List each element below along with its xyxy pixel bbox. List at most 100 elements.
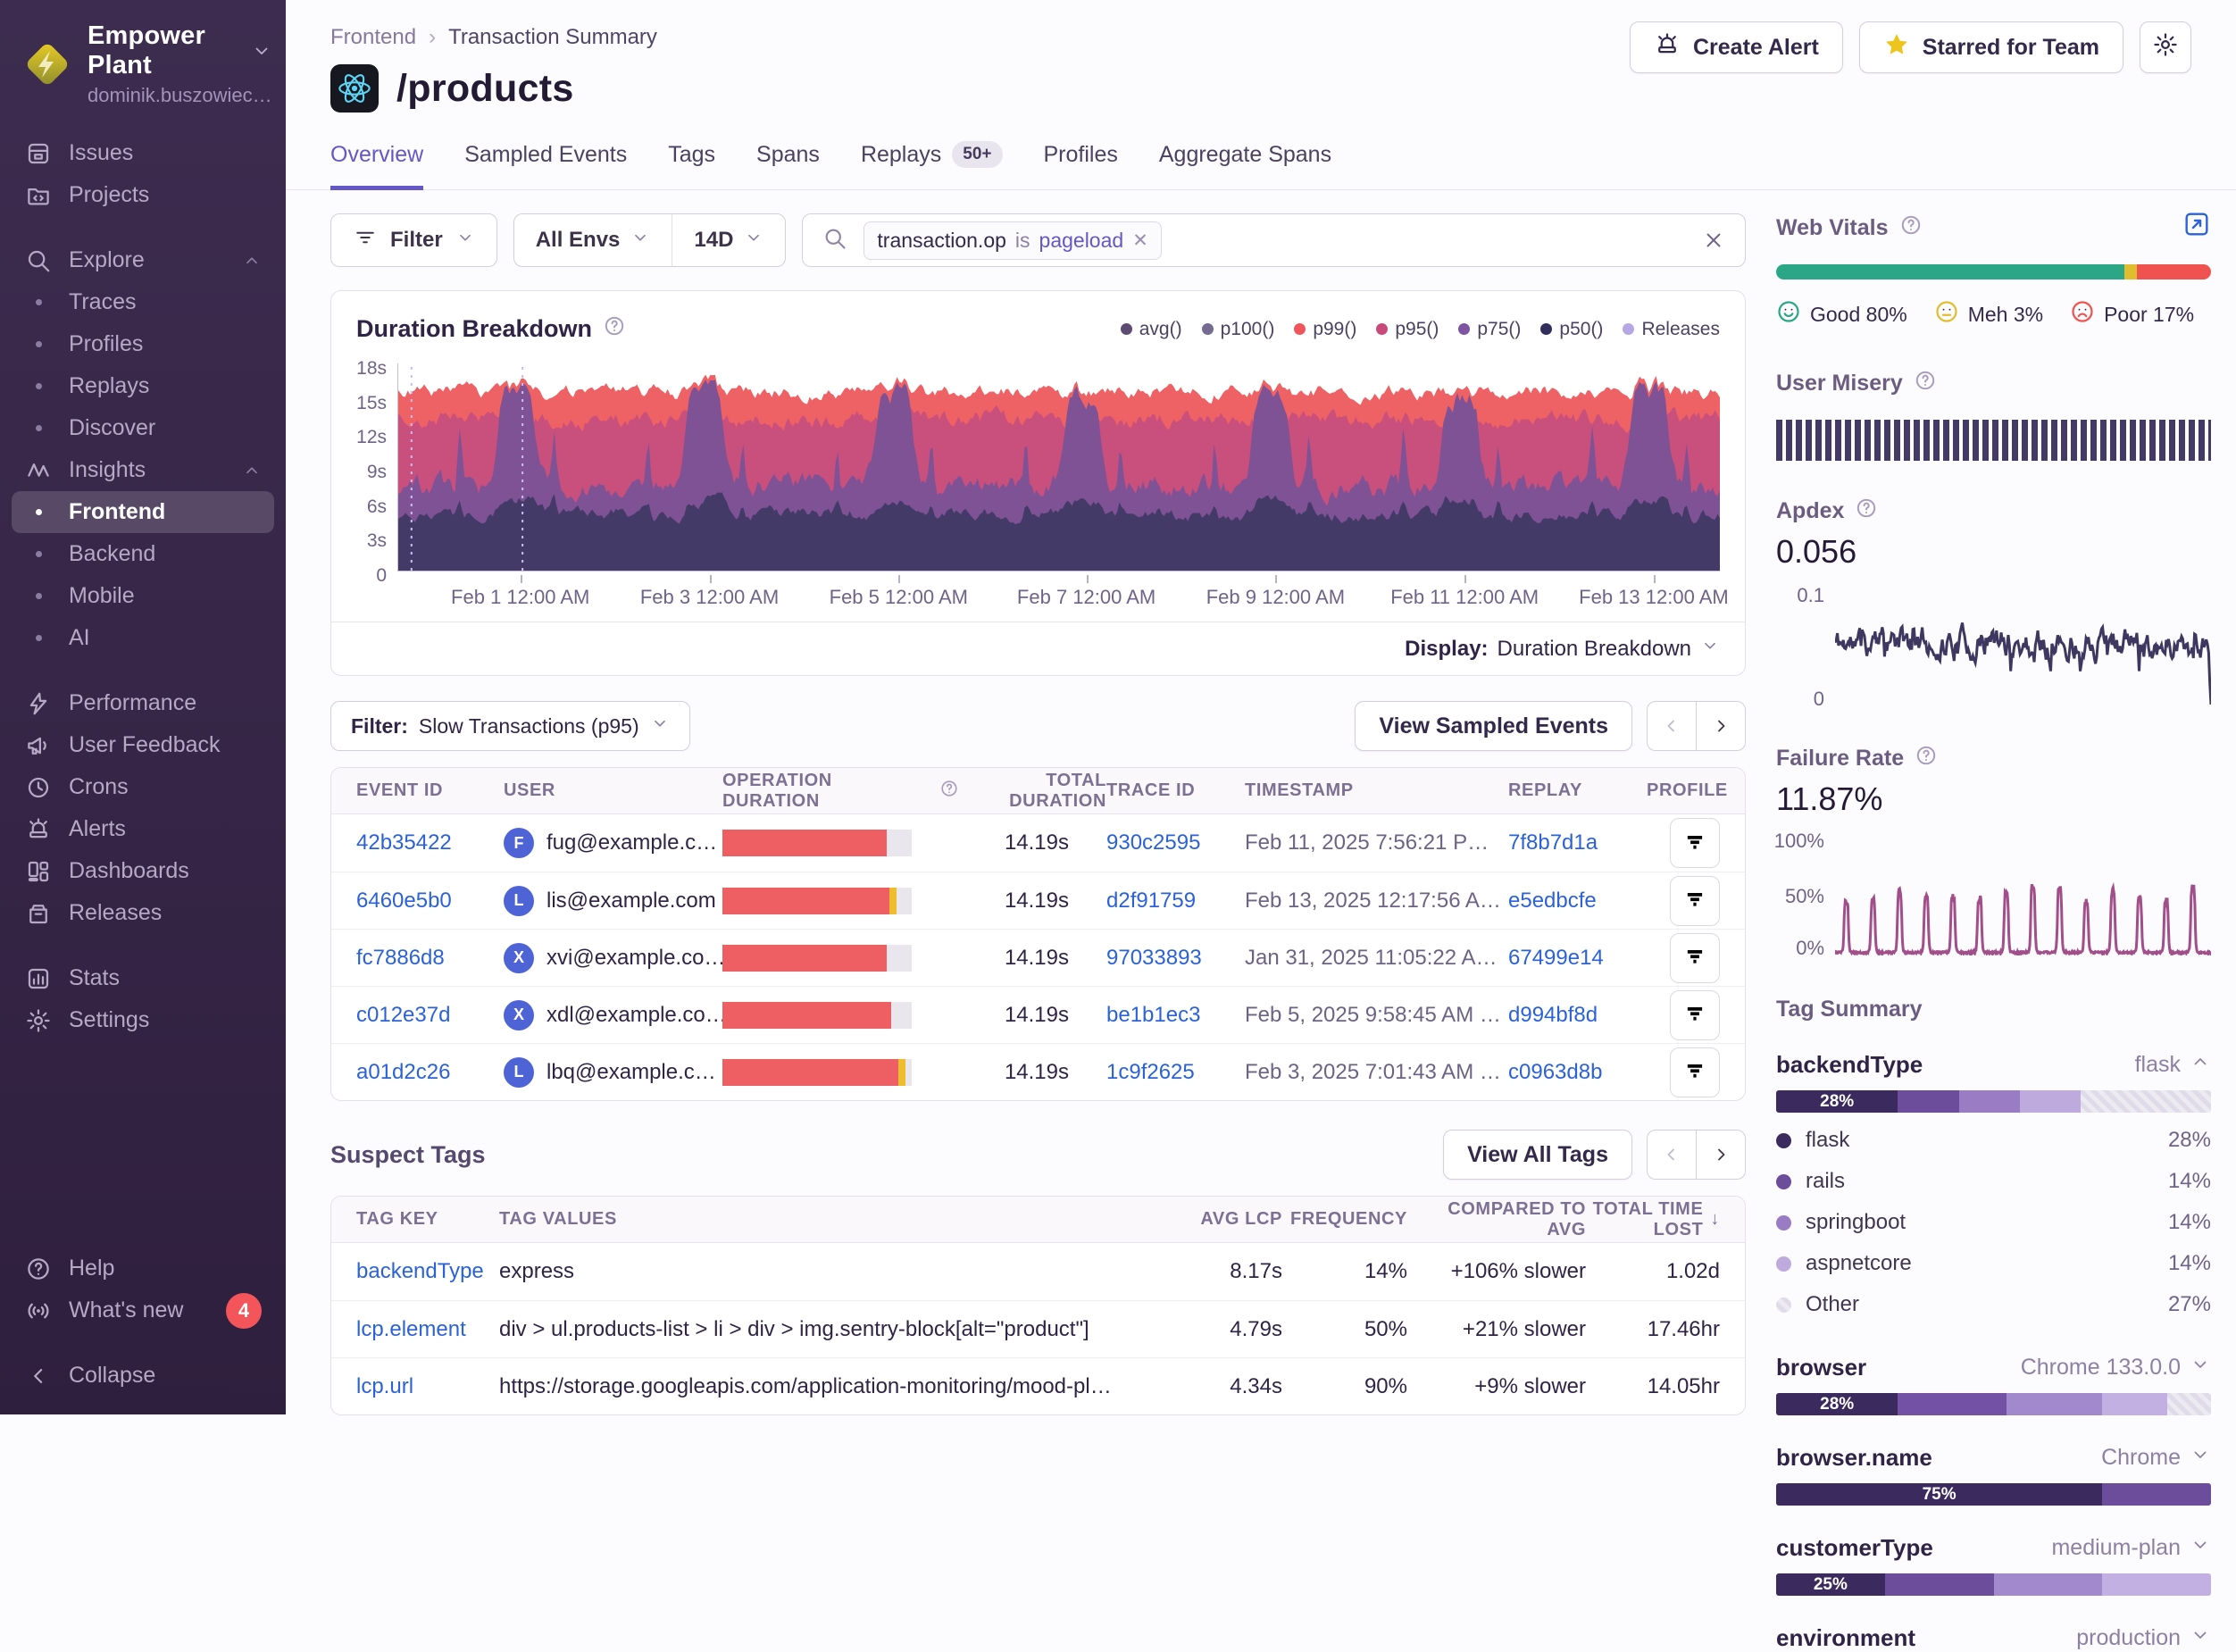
- suspect-tags-column-total-time-lost[interactable]: TOTAL TIME LOST↓: [1586, 1199, 1720, 1240]
- display-selector[interactable]: Display: Duration Breakdown: [331, 622, 1745, 675]
- sidebar-item-mobile[interactable]: Mobile: [12, 575, 274, 617]
- sidebar-item-what-s-new[interactable]: What's new4: [12, 1289, 274, 1331]
- profile-button[interactable]: [1670, 933, 1720, 983]
- trace-id-link[interactable]: 1c9f2625: [1106, 1060, 1195, 1085]
- event-id-link[interactable]: fc7886d8: [356, 946, 445, 971]
- sidebar-item-ai[interactable]: AI: [12, 617, 274, 659]
- tab-sampled-events[interactable]: Sampled Events: [464, 141, 627, 190]
- tag-distribution-bar[interactable]: 25%: [1776, 1573, 2211, 1596]
- pager-previous-button[interactable]: [1647, 701, 1697, 751]
- filter-button[interactable]: Filter: [330, 213, 497, 267]
- sidebar-item-crons[interactable]: Crons: [12, 766, 274, 808]
- transactions-filter-selector[interactable]: Filter: Slow Transactions (p95): [330, 701, 690, 751]
- replay-link[interactable]: c0963d8b: [1508, 1060, 1602, 1085]
- search-input[interactable]: transaction.op is pageload ✕: [802, 213, 1746, 267]
- pager-next-button[interactable]: [1696, 701, 1746, 751]
- sidebar-item-settings[interactable]: Settings: [12, 999, 274, 1041]
- search-token[interactable]: transaction.op is pageload ✕: [864, 221, 1161, 260]
- view-all-tags-button[interactable]: View All Tags: [1443, 1130, 1632, 1180]
- settings-button[interactable]: [2140, 21, 2191, 73]
- suspect-tags-column-tag-values[interactable]: TAG VALUES: [499, 1209, 1175, 1230]
- pager-next-button[interactable]: [1696, 1130, 1746, 1180]
- tag-distribution-bar[interactable]: 75%: [1776, 1483, 2211, 1506]
- event-id-link[interactable]: c012e37d: [356, 1003, 450, 1028]
- tag-group-selected-value[interactable]: production: [2076, 1624, 2211, 1652]
- token-remove-icon[interactable]: ✕: [1132, 229, 1148, 252]
- sidebar-item-releases[interactable]: Releases: [12, 892, 274, 934]
- tab-tags[interactable]: Tags: [668, 141, 715, 190]
- sidebar-item-explore[interactable]: Explore: [12, 239, 274, 281]
- sidebar-item-dashboards[interactable]: Dashboards: [12, 850, 274, 892]
- tag-key-link[interactable]: backendType: [356, 1259, 484, 1284]
- event-id-link[interactable]: 6460e5b0: [356, 889, 452, 914]
- sidebar-item-alerts[interactable]: Alerts: [12, 808, 274, 850]
- environment-selector[interactable]: All Envs: [514, 214, 672, 266]
- sidebar-item-replays[interactable]: Replays: [12, 365, 274, 407]
- events-column-profile[interactable]: PROFILE: [1647, 780, 1728, 801]
- sidebar-item-insights[interactable]: Insights: [12, 449, 274, 491]
- tag-group-header[interactable]: backendTypeflask: [1776, 1051, 2211, 1079]
- sidebar-item-issues[interactable]: Issues: [12, 132, 274, 174]
- tag-key-link[interactable]: lcp.url: [356, 1374, 413, 1399]
- trace-id-link[interactable]: d2f91759: [1106, 889, 1196, 914]
- sidebar-item-performance[interactable]: Performance: [12, 682, 274, 724]
- tag-group-selected-value[interactable]: Chrome: [2101, 1444, 2211, 1472]
- tab-aggregate-spans[interactable]: Aggregate Spans: [1159, 141, 1331, 190]
- search-clear-icon[interactable]: [1702, 229, 1725, 252]
- tag-group-header[interactable]: browserChrome 133.0.0: [1776, 1354, 2211, 1381]
- events-column-trace-id[interactable]: TRACE ID: [1106, 780, 1245, 801]
- sidebar-item-user-feedback[interactable]: User Feedback: [12, 724, 274, 766]
- tab-spans[interactable]: Spans: [756, 141, 820, 190]
- events-column-event-id[interactable]: EVENT ID: [356, 780, 504, 801]
- view-sampled-events-button[interactable]: View Sampled Events: [1355, 701, 1632, 751]
- events-column-operation-duration[interactable]: OPERATION DURATION: [722, 771, 959, 812]
- legend-item-p75[interactable]: p75(): [1458, 319, 1521, 340]
- tag-group-header[interactable]: environmentproduction: [1776, 1624, 2211, 1652]
- legend-item-p50[interactable]: p50(): [1540, 319, 1603, 340]
- breadcrumb-parent[interactable]: Frontend: [330, 25, 416, 50]
- tab-replays[interactable]: Replays50+: [861, 141, 1003, 190]
- tag-legend-item[interactable]: springboot14%: [1776, 1202, 2211, 1243]
- sidebar-item-help[interactable]: Help: [12, 1247, 274, 1289]
- suspect-tags-column-compared-to-avg[interactable]: COMPARED TO AVG: [1407, 1199, 1586, 1240]
- legend-item-p95[interactable]: p95(): [1376, 319, 1439, 340]
- replay-link[interactable]: 67499e14: [1508, 946, 1604, 971]
- tag-distribution-bar[interactable]: 28%: [1776, 1090, 2211, 1113]
- events-column-replay[interactable]: REPLAY: [1508, 780, 1647, 801]
- event-id-link[interactable]: 42b35422: [356, 830, 452, 855]
- tag-group-selected-value[interactable]: flask: [2135, 1051, 2211, 1079]
- trace-id-link[interactable]: be1b1ec3: [1106, 1003, 1200, 1028]
- tag-group-selected-value[interactable]: medium-plan: [2051, 1534, 2211, 1562]
- sidebar-item-profiles[interactable]: Profiles: [12, 323, 274, 365]
- sidebar-item-discover[interactable]: Discover: [12, 407, 274, 449]
- replay-link[interactable]: e5edbcfe: [1508, 889, 1597, 914]
- trace-id-link[interactable]: 930c2595: [1106, 830, 1200, 855]
- events-column-timestamp[interactable]: TIMESTAMP: [1245, 780, 1508, 801]
- profile-button[interactable]: [1670, 876, 1720, 926]
- tag-distribution-bar[interactable]: 28%: [1776, 1393, 2211, 1415]
- sidebar-item-traces[interactable]: Traces: [12, 281, 274, 323]
- tag-legend-item[interactable]: aspnetcore14%: [1776, 1243, 2211, 1284]
- sidebar-item-collapse[interactable]: Collapse: [12, 1355, 274, 1397]
- sidebar-item-frontend[interactable]: Frontend: [12, 491, 274, 533]
- tag-group-header[interactable]: customerTypemedium-plan: [1776, 1534, 2211, 1562]
- legend-item-p99[interactable]: p99(): [1294, 319, 1356, 340]
- starred-for-team-button[interactable]: Starred for Team: [1859, 21, 2123, 73]
- tag-legend-item[interactable]: Other27%: [1776, 1284, 2211, 1325]
- legend-item-avg[interactable]: avg(): [1121, 319, 1182, 340]
- legend-item-p100[interactable]: p100(): [1202, 319, 1275, 340]
- tag-legend-item[interactable]: flask28%: [1776, 1120, 2211, 1161]
- trace-id-link[interactable]: 97033893: [1106, 946, 1202, 971]
- tag-group-header[interactable]: browser.nameChrome: [1776, 1444, 2211, 1472]
- profile-button[interactable]: [1670, 818, 1720, 868]
- duration-chart[interactable]: [397, 363, 1720, 572]
- sidebar-item-backend[interactable]: Backend: [12, 533, 274, 575]
- date-range-selector[interactable]: 14D: [672, 214, 785, 266]
- tab-overview[interactable]: Overview: [330, 141, 423, 190]
- profile-button[interactable]: [1670, 1047, 1720, 1097]
- tag-group-selected-value[interactable]: Chrome 133.0.0: [2021, 1354, 2211, 1381]
- events-column-total-duration[interactable]: TOTAL DURATION: [959, 771, 1106, 812]
- replay-link[interactable]: 7f8b7d1a: [1508, 830, 1598, 855]
- legend-item-Releases[interactable]: Releases: [1623, 319, 1720, 340]
- tag-legend-item[interactable]: rails14%: [1776, 1161, 2211, 1202]
